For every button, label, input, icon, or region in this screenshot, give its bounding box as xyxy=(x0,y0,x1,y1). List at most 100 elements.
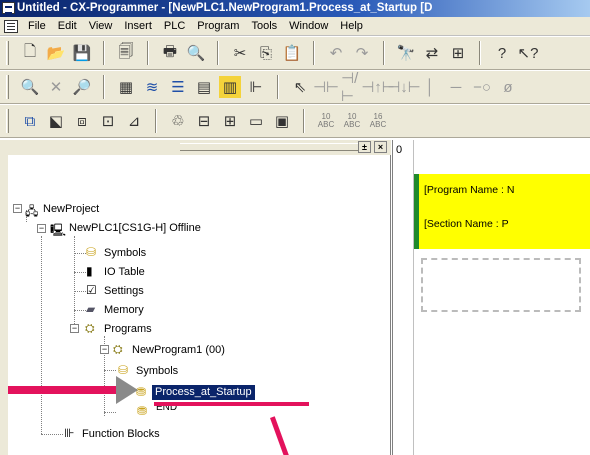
find-icon[interactable]: 🔭 xyxy=(395,42,417,64)
comment-icon[interactable]: ≋ xyxy=(141,76,163,98)
annotation-arrow-head xyxy=(116,376,138,404)
display-10b-icon[interactable]: 10 ABC xyxy=(341,110,363,132)
zoom-in-icon[interactable]: 🔍 xyxy=(19,76,41,98)
toolbar-grip[interactable] xyxy=(6,41,9,65)
menu-tools[interactable]: Tools xyxy=(245,17,283,36)
nc-contact-icon[interactable]: ⊣/⊢ xyxy=(341,70,363,105)
open-icon[interactable]: 📂 xyxy=(45,42,67,64)
section-name-comment: [Section Name : P xyxy=(424,218,509,230)
zoom-out-icon[interactable]: ✕ xyxy=(45,76,67,98)
io-table-icon: ▮ xyxy=(86,264,93,278)
programs-icon: ⛭ xyxy=(85,321,95,335)
tree-item-function-blocks[interactable]: Function Blocks xyxy=(82,427,160,441)
menu-program[interactable]: Program xyxy=(191,17,245,36)
io-icon[interactable]: ⊞ xyxy=(219,110,241,132)
replace-icon[interactable]: ⇄ xyxy=(421,42,443,64)
redo-icon[interactable]: ↷ xyxy=(351,42,373,64)
section-icon[interactable]: ⧉ xyxy=(19,110,41,132)
program-name-comment: [Program Name : N xyxy=(424,184,515,196)
expand-project-toggle[interactable]: − xyxy=(13,204,22,213)
paste-icon[interactable]: 📋 xyxy=(281,42,303,64)
tree-item-project[interactable]: NewProject xyxy=(43,202,99,216)
document-icon[interactable] xyxy=(4,19,18,33)
tree-item-plc[interactable]: NewPLC1[CS1G-H] Offline xyxy=(69,221,201,235)
select-icon[interactable]: ⇖ xyxy=(289,76,311,98)
rising-contact-icon[interactable]: ⊣↑⊢ xyxy=(361,76,395,98)
tree-item-process-at-startup[interactable]: Process_at_Startup xyxy=(151,384,256,401)
grid-icon[interactable]: ▦ xyxy=(115,76,137,98)
help-icon[interactable]: ? xyxy=(491,42,513,64)
list-icon[interactable]: ☰ xyxy=(167,76,189,98)
annotation-underline xyxy=(154,402,309,406)
online-icon[interactable]: ♲ xyxy=(167,110,189,132)
project-pane-header: ± × xyxy=(0,140,391,155)
zoom-icon[interactable]: 🔎 xyxy=(71,76,93,98)
memory-icon: ▰ xyxy=(86,302,96,316)
menu-file[interactable]: File xyxy=(22,17,52,36)
pin-icon[interactable]: ± xyxy=(358,141,371,153)
menu-window[interactable]: Window xyxy=(283,17,334,36)
plc-toolbar: ⧉ ⬕ ⧈ ⊡ ⊿ ♲ ⊟ ⊞ ▭ ▣ 10 ABC 10 ABC 16 ABC xyxy=(0,105,590,138)
tree-item-settings[interactable]: Settings xyxy=(104,284,144,298)
window-icon[interactable]: ⧈ xyxy=(71,110,93,132)
tree-item-program-symbols[interactable]: Symbols xyxy=(136,364,178,378)
jump-icon[interactable]: ⬕ xyxy=(45,110,67,132)
settings-icon: ☑ xyxy=(86,283,97,297)
menu-insert[interactable]: Insert xyxy=(118,17,158,36)
title-bar: Untitled - CX-Programmer - [NewPLC1.NewP… xyxy=(0,0,590,17)
rung-number-column xyxy=(392,140,414,455)
program-symbols-icon: ⛁ xyxy=(118,363,129,377)
project-tree xyxy=(8,155,391,455)
close-icon[interactable]: × xyxy=(374,141,387,153)
undo-icon[interactable]: ↶ xyxy=(325,42,347,64)
rung-icon[interactable]: ⊡ xyxy=(97,110,119,132)
standard-toolbar: 🗋 📂 💾 🗐 🖶 🔍 ✂ ⎘ 📋 ↶ ↷ 🔭 ⇄ ⊞ ? ↖? xyxy=(0,37,590,70)
tree-item-symbols[interactable]: Symbols xyxy=(104,246,146,260)
tree-item-memory[interactable]: Memory xyxy=(104,303,144,317)
memory-icon[interactable]: ▭ xyxy=(245,110,267,132)
function-blocks-icon: ⊪ xyxy=(64,426,75,440)
cut-icon[interactable]: ✂ xyxy=(229,42,251,64)
vertical-line-icon[interactable]: │ xyxy=(419,76,441,98)
project-icon: 🖧 xyxy=(25,204,39,218)
tree-item-io-table[interactable]: IO Table xyxy=(104,265,145,279)
ladder-icon[interactable]: ▥ xyxy=(219,76,241,98)
copy-icon[interactable]: ⎘ xyxy=(255,42,277,64)
menu-plc[interactable]: PLC xyxy=(158,17,191,36)
print-preview-2-icon[interactable]: 🔍 xyxy=(185,42,207,64)
symbol-icon[interactable]: ⊿ xyxy=(123,110,145,132)
diagram-toolbar: 🔍 ✕ 🔎 ▦ ≋ ☰ ▤ ▥ ⊩ ⇖ ⊣⊢ ⊣/⊢ ⊣↑⊢ ⊣↓⊢ │ ─ −… xyxy=(0,70,590,105)
expand-plc-toggle[interactable]: − xyxy=(37,224,46,233)
print-preview-icon[interactable]: 🗐 xyxy=(115,42,137,64)
expand-program-toggle[interactable]: − xyxy=(100,345,109,354)
expand-programs-toggle[interactable]: − xyxy=(70,324,79,333)
rung-number: 0 xyxy=(396,144,403,156)
app-icon xyxy=(2,2,15,14)
nc-coil-icon[interactable]: ø xyxy=(497,76,519,98)
menu-edit[interactable]: Edit xyxy=(52,17,83,36)
symbols-icon: ⛁ xyxy=(86,245,97,259)
tree-item-programs[interactable]: Programs xyxy=(104,322,152,336)
display-16-icon[interactable]: 16 ABC xyxy=(367,110,389,132)
whats-this-icon[interactable]: ↖? xyxy=(517,42,539,64)
menu-view[interactable]: View xyxy=(83,17,119,36)
coil-icon[interactable]: −○ xyxy=(471,76,493,98)
display-10-icon[interactable]: 10 ABC xyxy=(315,110,337,132)
horizontal-line-icon[interactable]: ─ xyxy=(445,76,467,98)
program-icon: ⛭ xyxy=(113,342,123,356)
annotation-arrow-shaft xyxy=(8,386,118,394)
table-icon[interactable]: ▣ xyxy=(271,110,293,132)
cross-ref-icon[interactable]: ⊞ xyxy=(447,42,469,64)
step-icon[interactable]: ⊟ xyxy=(193,110,215,132)
no-contact-icon[interactable]: ⊣⊢ xyxy=(313,76,339,98)
monitor-icon[interactable]: ▤ xyxy=(193,76,215,98)
new-icon[interactable]: 🗋 xyxy=(19,42,41,64)
tree-item-program[interactable]: NewProgram1 (00) xyxy=(132,343,225,357)
menu-help[interactable]: Help xyxy=(334,17,369,36)
save-icon[interactable]: 💾 xyxy=(71,42,93,64)
menu-bar: File Edit View Insert PLC Program Tools … xyxy=(0,17,590,36)
tree-icon[interactable]: ⊩ xyxy=(245,76,267,98)
empty-rung-placeholder[interactable] xyxy=(421,258,581,312)
print-icon[interactable]: 🖶 xyxy=(159,42,181,64)
falling-contact-icon[interactable]: ⊣↓⊢ xyxy=(387,76,421,98)
